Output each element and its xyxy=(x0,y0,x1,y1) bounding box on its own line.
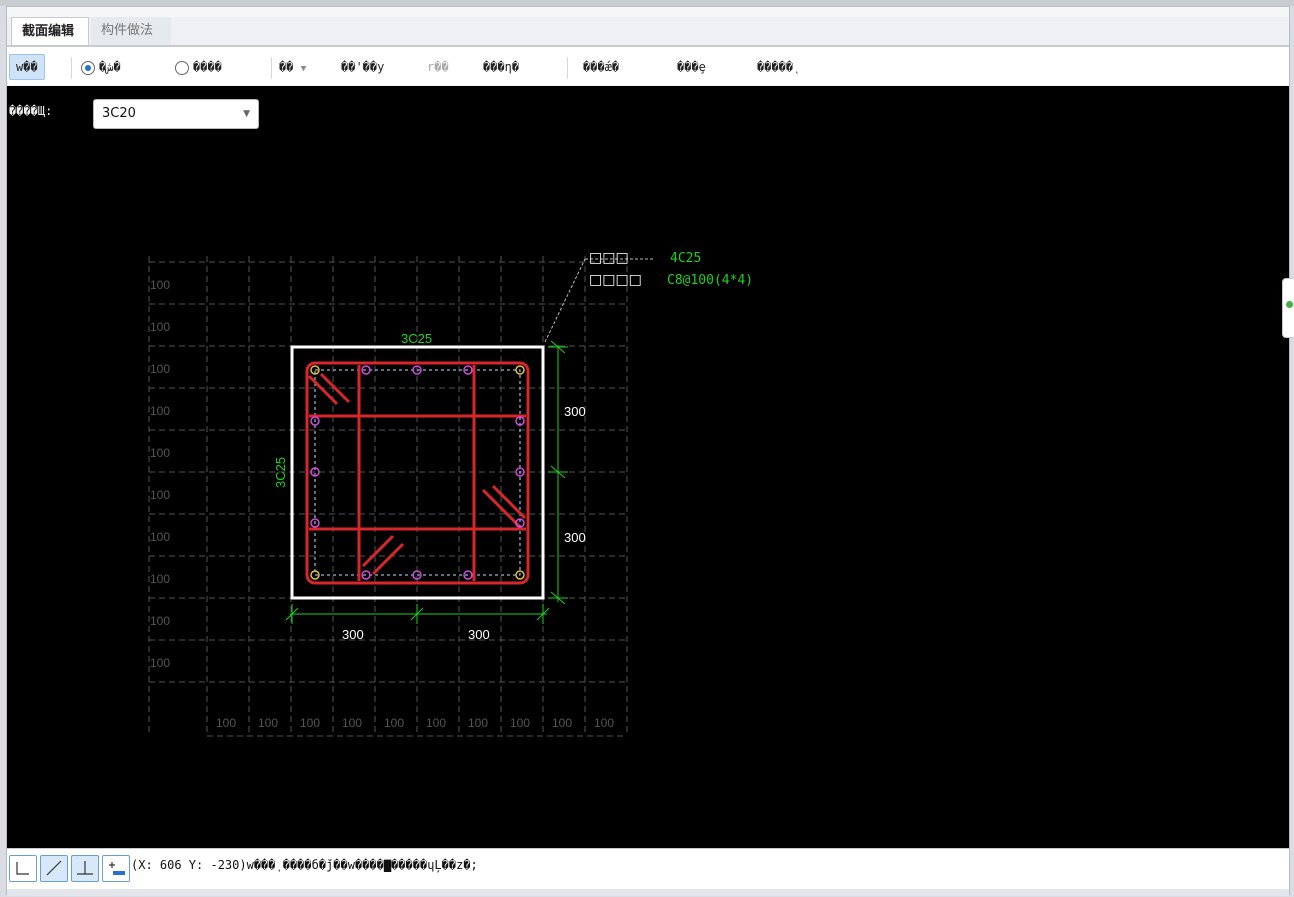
toolbar-dropdown-button[interactable]: �� ▼ xyxy=(279,55,306,79)
add-point-button[interactable] xyxy=(102,855,130,882)
grid-label: 100 xyxy=(150,656,170,670)
section-drawing: 100 100 100 100 100 100 100 100 100 100 … xyxy=(148,250,753,737)
toolbar-button-5[interactable]: ���η� xyxy=(483,55,519,79)
grid-label: 100 xyxy=(150,320,170,334)
toolbar-button-3[interactable]: ��'��y xyxy=(341,55,384,79)
tab-bar: 截面编辑 构件做法 xyxy=(7,17,1289,47)
toolbar-separator xyxy=(271,57,272,79)
grid-label: 100 xyxy=(150,572,170,586)
grid-label: 100 xyxy=(150,362,170,376)
line-snap-button[interactable] xyxy=(40,855,68,882)
tab-component-method[interactable]: 构件做法 xyxy=(91,17,171,45)
grid-label: 100 xyxy=(150,404,170,418)
top-rebar-label: 3C25 xyxy=(401,331,432,346)
leader-value-2: C8@100(4*4) xyxy=(667,273,753,288)
leader-value-1: 4C25 xyxy=(670,251,701,266)
grid-label: 100 xyxy=(216,716,236,730)
grid-lines xyxy=(148,256,628,737)
plus-icon xyxy=(109,862,125,875)
coordinate-readout: (X: 606 Y: -230)w���ͺ����б�ǰ��w����▇����… xyxy=(131,858,478,872)
side-panel-toggle[interactable] xyxy=(1282,278,1294,338)
radio-unchecked-icon xyxy=(175,60,189,75)
grid-label: 100 xyxy=(594,716,614,730)
toolbar-button-7[interactable]: ���ȩ xyxy=(677,55,706,79)
bottom-strip xyxy=(7,889,1289,896)
dim-label-right-2: 300 xyxy=(564,530,586,545)
tab-section-edit[interactable]: 截面编辑 xyxy=(11,17,89,45)
grid-label: 100 xyxy=(552,716,572,730)
dim-label-right-1: 300 xyxy=(564,404,586,419)
status-bar: (X: 606 Y: -230)w���ͺ����б�ǰ��w����▇����… xyxy=(7,848,1289,889)
grid-label: 100 xyxy=(150,614,170,628)
radio-option-2[interactable]: ���� xyxy=(175,55,222,79)
grid-label: 100 xyxy=(150,278,170,292)
toolbar-button-6[interactable]: ���ǽ� xyxy=(583,55,619,79)
dim-label-bottom-1: 300 xyxy=(342,627,364,642)
radio-option-1-label: �ش� xyxy=(99,60,121,74)
radio-option-1[interactable]: �ش� xyxy=(81,55,121,79)
grid-label: 100 xyxy=(150,488,170,502)
grid-label: 100 xyxy=(258,716,278,730)
leader-line xyxy=(544,258,586,343)
corner-snap-icon xyxy=(16,862,29,875)
radio-checked-icon xyxy=(81,60,95,75)
radio-option-2-label: ���� xyxy=(193,60,222,74)
grid-label: 100 xyxy=(300,716,320,730)
toolbar-dropdown-label: �� xyxy=(279,60,294,74)
toolbar-separator xyxy=(71,57,72,79)
dimension-labels: 300 300 300 300 xyxy=(342,404,586,642)
toolbar-button-4-disabled[interactable]: r�� xyxy=(427,55,449,79)
perpendicular-snap-button[interactable] xyxy=(71,855,99,882)
toolbar-button-8[interactable]: �����ͺ xyxy=(757,55,800,79)
section-editor-panel: 截面编辑 构件做法 w�� �ش� ���� �� ▼ ��'��y r�� �… xyxy=(6,6,1290,896)
grid-label: 100 xyxy=(384,716,404,730)
ortho-snap-button[interactable] xyxy=(9,855,37,882)
drawing-canvas[interactable]: ����Щ: 3C20 ▼ 100 100 100 100 100 100 10… xyxy=(7,86,1289,848)
dim-label-bottom-2: 300 xyxy=(468,627,490,642)
toolbar: w�� �ش� ���� �� ▼ ��'��y r�� ���η� ���ǽ�… xyxy=(7,47,1289,85)
grid-label: 100 xyxy=(426,716,446,730)
grid-label: 100 xyxy=(150,530,170,544)
leader-label-2: □□□□ xyxy=(589,272,642,288)
grid-label: 100 xyxy=(342,716,362,730)
perpendicular-icon xyxy=(77,861,93,875)
grid-label: 100 xyxy=(150,446,170,460)
grid-label: 100 xyxy=(468,716,488,730)
toolbar-separator xyxy=(567,57,568,79)
grid-label: 100 xyxy=(510,716,530,730)
diagonal-line-icon xyxy=(46,860,62,876)
grid-labels-bottom: 100 100 100 100 100 100 100 100 100 100 xyxy=(216,716,614,730)
grid-labels-left: 100 100 100 100 100 100 100 100 100 100 xyxy=(150,278,170,670)
toolbar-mode-button[interactable]: w�� xyxy=(9,54,45,80)
leader-label-1: □□□ xyxy=(589,250,629,266)
chevron-down-icon: ▼ xyxy=(300,64,307,74)
side-rebar-label: 3C25 xyxy=(273,457,288,488)
